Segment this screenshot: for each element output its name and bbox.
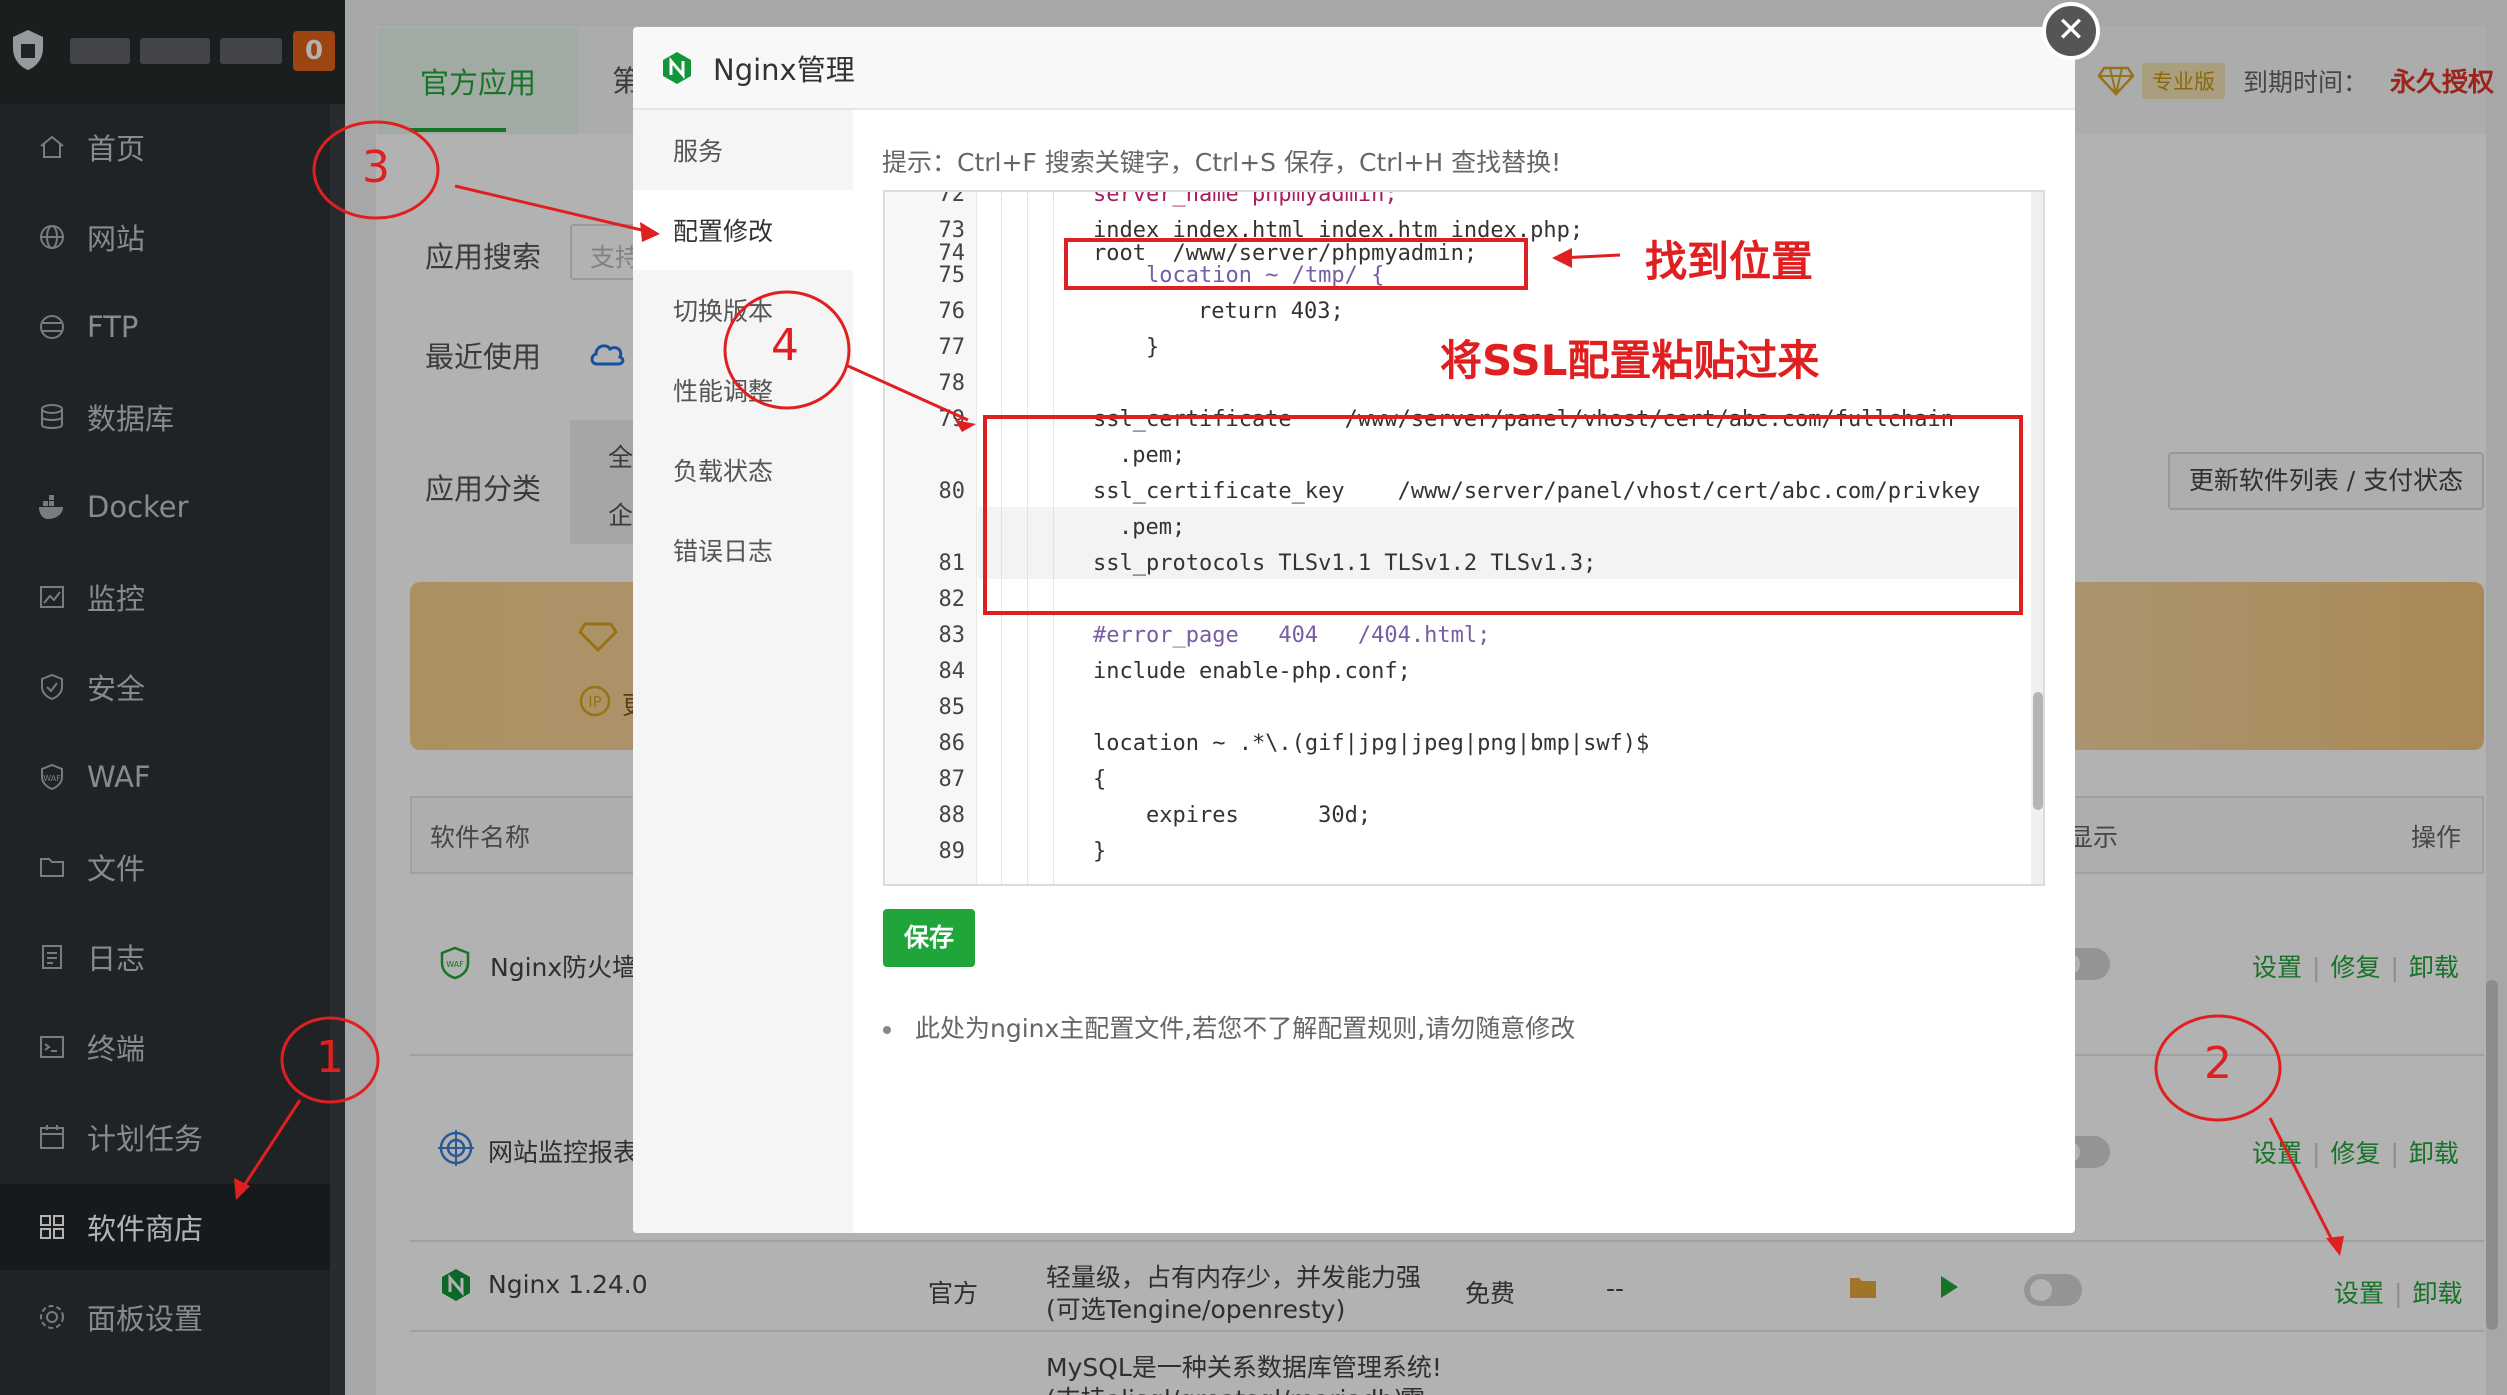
- annotation-arrow-4: [847, 364, 969, 422]
- annotation-paste-ssl: 将SSL配置粘贴过来: [1440, 336, 1820, 385]
- annotation-layer: [234, 120, 2344, 1256]
- annotation-number-3: 3: [362, 142, 390, 193]
- annotation-box-root: [1064, 238, 1528, 290]
- annotation-number-4: 4: [771, 320, 799, 371]
- annotation-box-ssl: [983, 415, 2023, 615]
- annotation-arrow-2: [2268, 1117, 2338, 1249]
- annotation-arrow-3: [454, 184, 651, 234]
- annotation-arrow-1: [238, 1099, 302, 1193]
- annotation-find-position: 找到位置: [1645, 237, 1814, 286]
- annotation-number-2: 2: [2204, 1038, 2232, 1089]
- annotation-number-1: 1: [316, 1032, 344, 1083]
